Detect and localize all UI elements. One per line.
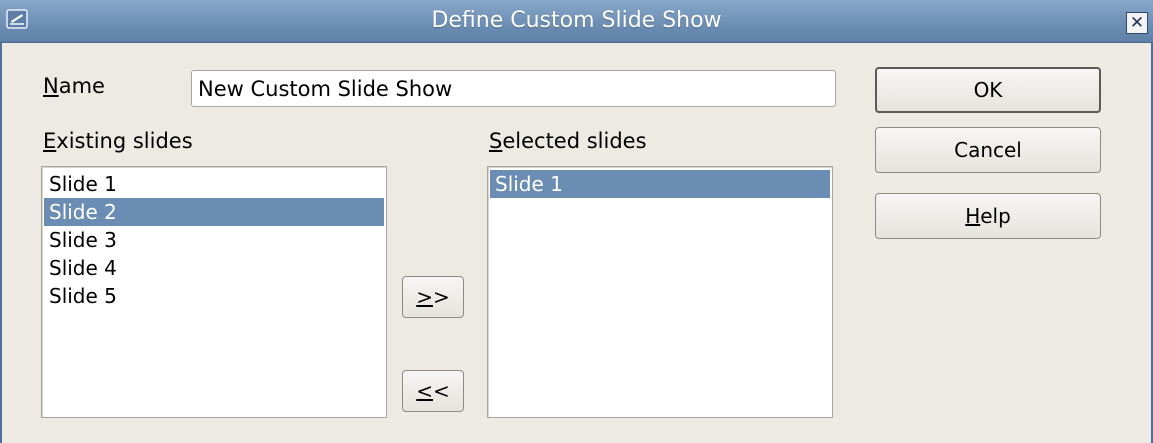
remove-slide-button[interactable]: < < — [402, 370, 464, 412]
name-label: Name — [43, 74, 105, 98]
list-item[interactable]: Slide 3 — [44, 226, 384, 254]
cancel-button[interactable]: Cancel — [875, 127, 1101, 173]
list-item[interactable]: Slide 1 — [490, 170, 830, 198]
window-title: Define Custom Slide Show — [431, 8, 722, 33]
list-item[interactable]: Slide 4 — [44, 254, 384, 282]
name-input[interactable] — [191, 70, 836, 107]
add-slide-button[interactable]: > > — [402, 276, 464, 318]
selected-slides-label: Selected slides — [489, 129, 647, 153]
list-item[interactable]: Slide 5 — [44, 282, 384, 310]
title-bar[interactable]: Define Custom Slide Show ✕ — [0, 0, 1153, 43]
list-item[interactable]: Slide 1 — [44, 170, 384, 198]
help-button[interactable]: Help — [875, 193, 1101, 239]
selected-slides-list[interactable]: Slide 1 — [487, 166, 833, 418]
existing-slides-list[interactable]: Slide 1 Slide 2 Slide 3 Slide 4 Slide 5 — [41, 166, 387, 418]
existing-slides-label: Existing slides — [43, 129, 193, 153]
close-icon[interactable]: ✕ — [1126, 12, 1148, 34]
ok-button[interactable]: OK — [875, 67, 1101, 113]
list-item[interactable]: Slide 2 — [44, 198, 384, 226]
window-frame-left — [0, 43, 2, 443]
